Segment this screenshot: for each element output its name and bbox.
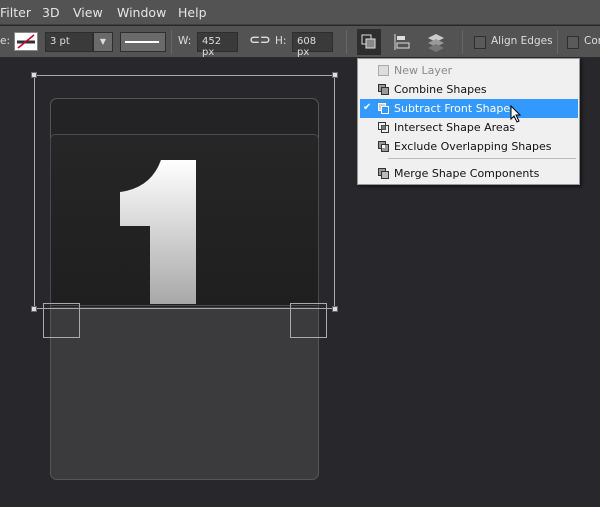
menu-view[interactable]: View	[73, 5, 103, 20]
path-operations-button[interactable]	[357, 29, 381, 55]
menu-item-combine-shapes[interactable]: Combine Shapes	[360, 80, 578, 99]
stroke-type-dropdown[interactable]	[120, 32, 166, 52]
transform-handle[interactable]	[332, 306, 338, 312]
menu-item-merge-shape-components[interactable]: Merge Shape Components	[360, 164, 578, 183]
stroke-label: e:	[0, 35, 10, 47]
card-bottom-panel	[50, 307, 319, 480]
checkmark-icon: ✔	[363, 102, 372, 113]
transform-bounding-box[interactable]	[34, 75, 335, 309]
menu-filter[interactable]: Filter	[0, 5, 31, 20]
menu-item-new-layer[interactable]: New Layer	[360, 61, 578, 80]
chevron-down-icon: ▼	[99, 37, 107, 46]
menu-separator	[388, 158, 576, 159]
menu-item-subtract-front-shape[interactable]: ✔ Subtract Front Shape	[360, 99, 578, 123]
stroke-width-input[interactable]: 3 pt	[45, 32, 93, 52]
stroke-width-dropdown[interactable]: ▼	[93, 32, 113, 52]
merge-shape-components-icon	[378, 168, 389, 179]
path-alignment-icon	[394, 34, 410, 50]
path-selection-left[interactable]	[43, 303, 80, 338]
height-label: H:	[275, 35, 287, 47]
align-edges-label: Align Edges	[491, 35, 553, 47]
menu-item-intersect-shape-areas[interactable]: Intersect Shape Areas	[360, 118, 578, 137]
link-icon[interactable]: ⊂⊃	[249, 33, 271, 48]
height-input[interactable]: 608 px	[292, 32, 333, 58]
menu-3d[interactable]: 3D	[42, 5, 60, 20]
transform-handle[interactable]	[31, 306, 37, 312]
transform-handle[interactable]	[332, 72, 338, 78]
constrain-label: Con	[584, 35, 600, 47]
transform-handle[interactable]	[31, 72, 37, 78]
menu-item-exclude-overlapping-shapes[interactable]: Exclude Overlapping Shapes	[360, 137, 578, 156]
combine-shapes-icon	[378, 84, 389, 95]
menu-bar: Filter 3D View Window Help	[0, 0, 600, 25]
options-bar: e: 3 pt ▼ W: 452 px ⊂⊃ H: 608 px Align E…	[0, 26, 600, 58]
path-selection-right[interactable]	[290, 303, 327, 338]
align-edges-checkbox[interactable]	[474, 36, 486, 49]
width-label: W:	[178, 35, 192, 47]
path-arrangement-icon	[428, 34, 444, 52]
exclude-overlapping-shapes-icon	[378, 141, 389, 152]
menu-window[interactable]: Window	[117, 5, 166, 20]
stroke-color-swatch[interactable]	[14, 32, 38, 51]
path-operations-icon	[361, 34, 376, 49]
path-arrangement-button[interactable]	[424, 31, 448, 53]
new-layer-icon	[378, 65, 389, 76]
path-operations-menu: New Layer Combine Shapes ✔ Subtract Front…	[357, 58, 580, 185]
width-input[interactable]: 452 px	[197, 32, 238, 58]
constrain-checkbox[interactable]	[567, 36, 579, 49]
intersect-shape-areas-icon	[378, 122, 389, 133]
path-alignment-button[interactable]	[392, 31, 412, 53]
menu-help[interactable]: Help	[178, 5, 207, 20]
subtract-front-shape-icon	[378, 103, 389, 114]
